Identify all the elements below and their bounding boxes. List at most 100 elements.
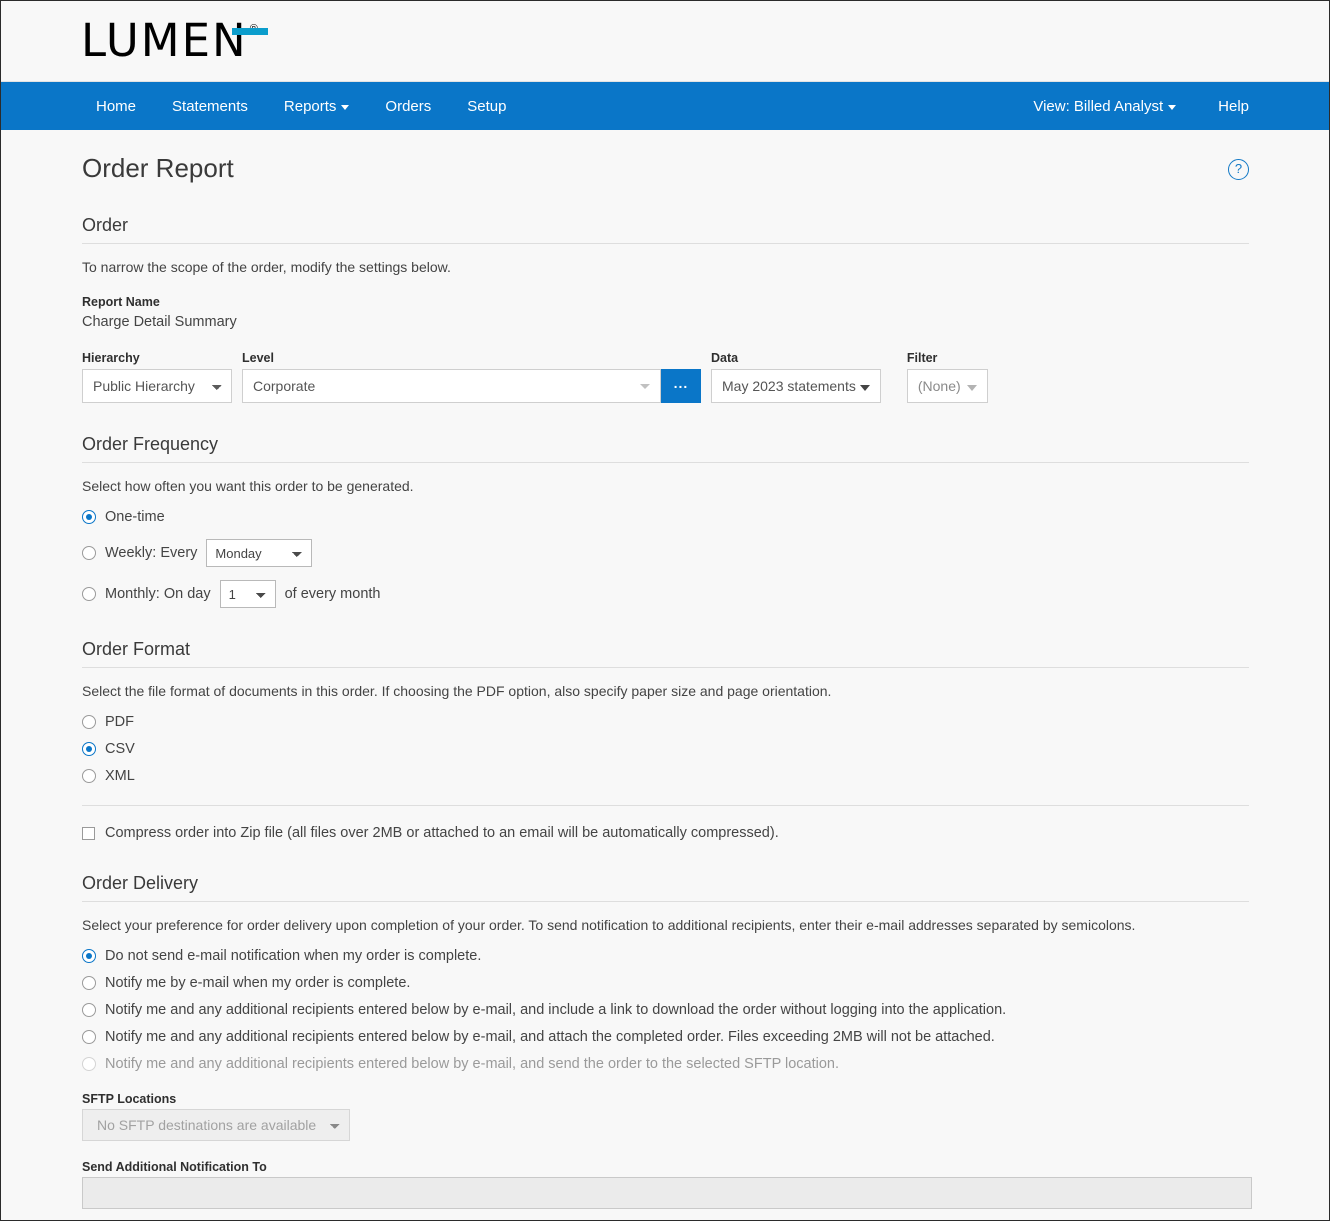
send-additional-notification-label: Send Additional Notification To (82, 1160, 267, 1174)
radio-notify-link[interactable] (82, 1003, 96, 1017)
report-name-value: Charge Detail Summary (82, 314, 237, 330)
data-dropdown[interactable]: May 2023 statements (711, 369, 881, 403)
nav-item-home[interactable]: Home (96, 98, 136, 115)
level-group: Level Corporate (242, 350, 661, 403)
delivery-notify-me-label: Notify me by e-mail when my order is com… (105, 975, 411, 991)
radio-notify-sftp (82, 1057, 96, 1071)
sftp-locations-select: No SFTP destinations are available (82, 1109, 350, 1141)
format-divider (82, 805, 1249, 806)
delivery-notify-link-label: Notify me and any additional recipients … (105, 1002, 1007, 1018)
hierarchy-label: Hierarchy (82, 351, 140, 365)
chevron-down-icon (1168, 104, 1177, 110)
filter-value: (None) (917, 378, 961, 394)
radio-notify-attach[interactable] (82, 1030, 96, 1044)
nav-item-orders-label: Orders (385, 97, 432, 115)
frequency-weekly-label: Weekly: Every (105, 545, 198, 561)
chevron-down-icon (640, 383, 650, 389)
chevron-down-icon (341, 104, 350, 110)
nav-right-group: View: Billed Analyst Help (991, 98, 1249, 115)
format-csv-label: CSV (105, 741, 135, 757)
compress-zip-checkbox[interactable] (82, 826, 95, 840)
delivery-notify-attach-label: Notify me and any additional recipients … (105, 1029, 995, 1045)
help-icon[interactable]: ? (1228, 159, 1249, 180)
data-value: May 2023 statements (722, 378, 856, 394)
sftp-locations-label: SFTP Locations (82, 1092, 177, 1106)
format-option-xml[interactable]: XML (82, 767, 1249, 785)
radio-weekly[interactable] (82, 546, 96, 560)
compress-zip-label: Compress order into Zip file (all files … (105, 825, 779, 841)
nav-item-orders[interactable]: Orders (385, 98, 431, 115)
delivery-section-description: Select your preference for order deliver… (82, 917, 1136, 933)
delivery-option-notify-sftp: Notify me and any additional recipients … (82, 1055, 1249, 1073)
weekday-select[interactable]: Monday (206, 539, 313, 567)
section-title-order: Order (82, 214, 1249, 244)
delivery-option-notify-me[interactable]: Notify me by e-mail when my order is com… (82, 974, 1249, 992)
delivery-option-notify-attach[interactable]: Notify me and any additional recipients … (82, 1028, 1249, 1046)
caret-down-icon (966, 385, 977, 391)
nav-item-setup-label: Setup (467, 97, 507, 115)
filter-dropdown[interactable]: (None) (906, 369, 988, 403)
level-label: Level (242, 351, 274, 365)
nav-item-home-label: Home (96, 97, 137, 115)
delivery-option-notify-link[interactable]: Notify me and any additional recipients … (82, 1001, 1249, 1019)
view-selector[interactable]: View: Billed Analyst (1033, 97, 1177, 115)
brand-header: LUMEN ® (1, 1, 1329, 82)
frequency-one-time-label: One-time (105, 509, 165, 525)
caret-down-icon (859, 385, 870, 391)
logo-wordmark: LUMEN (81, 14, 248, 67)
nav-item-help-label: Help (1218, 97, 1249, 115)
data-label: Data (711, 351, 739, 365)
hierarchy-select[interactable]: Public Hierarchy (82, 369, 232, 403)
app-window: LUMEN ® Home Statements Reports Orders S… (0, 0, 1330, 1221)
level-browse-button[interactable]: ... (661, 369, 701, 403)
frequency-section-description: Select how often you want this order to … (82, 478, 414, 494)
send-additional-notification-input (82, 1177, 1252, 1209)
logo-accent-bar (232, 28, 268, 35)
filter-label: Filter (906, 351, 938, 365)
filter-group: Filter (None) (906, 350, 988, 403)
view-selector-label: View: Billed Analyst (1033, 97, 1164, 115)
frequency-option-one-time[interactable]: One-time (82, 508, 1249, 526)
delivery-notify-sftp-label: Notify me and any additional recipients … (105, 1056, 840, 1072)
month-day-select[interactable]: 1 (219, 580, 276, 608)
format-option-pdf[interactable]: PDF (82, 713, 1249, 731)
frequency-option-weekly[interactable]: Weekly: Every Monday (82, 539, 1249, 567)
frequency-monthly-label: Monthly: On day (105, 586, 211, 602)
delivery-no-email-label: Do not send e-mail notification when my … (105, 948, 482, 964)
report-name-label: Report Name (82, 295, 160, 309)
level-combobox[interactable]: Corporate (242, 369, 661, 403)
nav-item-statements[interactable]: Statements (172, 98, 248, 115)
nav-item-reports-label: Reports (283, 97, 337, 115)
format-option-csv[interactable]: CSV (82, 740, 1249, 758)
frequency-monthly-suffix: of every month (284, 586, 381, 602)
format-pdf-label: PDF (105, 714, 134, 730)
radio-one-time[interactable] (82, 510, 96, 524)
nav-item-help[interactable]: Help (1218, 98, 1249, 115)
level-value: Corporate (253, 378, 316, 394)
radio-xml[interactable] (82, 769, 96, 783)
hierarchy-group: Hierarchy Public Hierarchy (82, 350, 232, 403)
radio-no-email[interactable] (82, 949, 96, 963)
data-group: Data May 2023 statements (711, 350, 881, 403)
frequency-option-monthly[interactable]: Monthly: On day 1 of every month (82, 580, 1249, 608)
radio-csv[interactable] (82, 742, 96, 756)
order-section-description: To narrow the scope of the order, modify… (82, 259, 451, 275)
nav-item-reports[interactable]: Reports (284, 98, 350, 115)
nav-item-statements-label: Statements (172, 97, 248, 115)
nav-left-group: Home Statements Reports Orders Setup (96, 98, 542, 115)
radio-notify-me[interactable] (82, 976, 96, 990)
radio-monthly[interactable] (82, 587, 96, 601)
radio-pdf[interactable] (82, 715, 96, 729)
lumen-logo[interactable]: LUMEN ® (81, 14, 268, 67)
format-section-description: Select the file format of documents in t… (82, 683, 832, 699)
section-title-order-frequency: Order Frequency (82, 433, 1249, 463)
compress-zip-row[interactable]: Compress order into Zip file (all files … (82, 824, 1249, 842)
delivery-option-no-email[interactable]: Do not send e-mail notification when my … (82, 947, 1249, 965)
section-title-order-format: Order Format (82, 638, 1249, 668)
page-title: Order Report (82, 153, 234, 183)
main-navigation: Home Statements Reports Orders Setup Vie… (1, 82, 1329, 130)
page-content: Order Report ? Order To narrow the scope… (1, 130, 1329, 1220)
page-title-row: Order Report ? (82, 152, 1249, 184)
scope-selector-row: Hierarchy Public Hierarchy Level Corpora… (82, 350, 1249, 403)
nav-item-setup[interactable]: Setup (467, 98, 506, 115)
